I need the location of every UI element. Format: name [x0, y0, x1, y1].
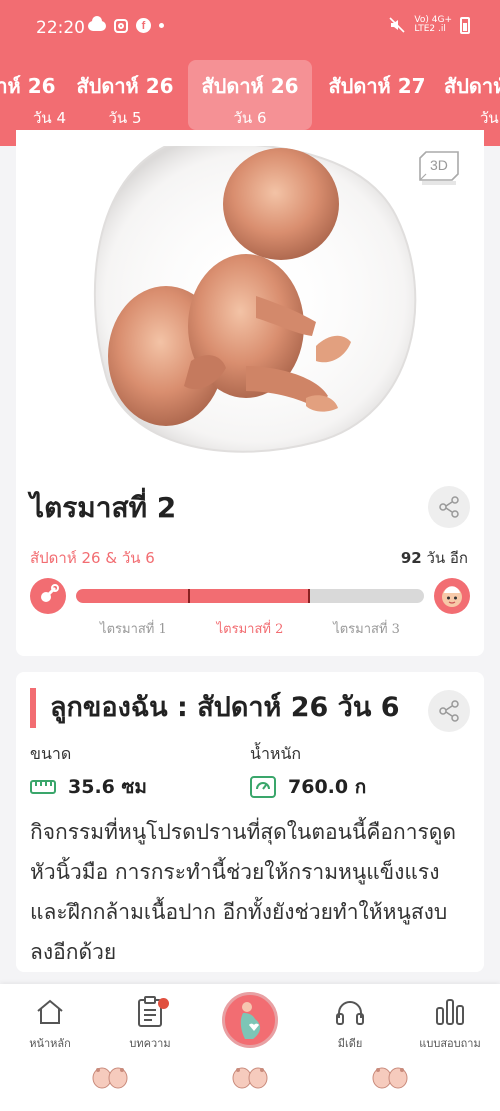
trimester-divider: [188, 589, 190, 603]
baby-feet-icon[interactable]: [230, 1066, 270, 1090]
pacifier-icon: [30, 578, 66, 614]
nav-articles[interactable]: บทความ: [100, 994, 200, 1052]
trimester-labels: ไตรมาสที่ 1 ไตรมาสที่ 2 ไตรมาสที่ 3: [76, 618, 424, 639]
pregnancy-progress-bar: [76, 589, 424, 603]
mute-icon: [389, 17, 405, 33]
network-indicator: Vo) 4G+ LTE2 .il: [414, 15, 452, 34]
days-left: 92 วัน อีก: [400, 549, 468, 567]
bar-chart-icon: [436, 999, 464, 1025]
weight-label: น้ำหนัก: [250, 744, 302, 763]
progress-fill: [76, 589, 310, 603]
trimester-label-3: ไตรมาสที่ 3: [333, 622, 400, 637]
notification-badge: [158, 998, 169, 1009]
baby-description: กิจกรรมที่หนูโปรดปรานที่สุดในตอนนี้คือกา…: [30, 820, 457, 964]
trimester-label-2: ไตรมาสที่ 2: [216, 622, 284, 637]
facebook-icon: f: [136, 18, 151, 33]
share-icon: [439, 496, 459, 518]
status-time: 22:20: [36, 18, 85, 38]
week-tab-active[interactable]: สัปดาห์ 26 วัน 6: [188, 60, 312, 130]
more-notifications-dot: [159, 23, 164, 28]
ruler-icon: [30, 780, 56, 794]
trimester-label-1: ไตรมาสที่ 1: [100, 622, 167, 637]
share-button[interactable]: [428, 690, 470, 732]
share-button[interactable]: [428, 486, 470, 528]
weight-value-row: 760.0 ก: [250, 772, 366, 802]
nav-articles-label: บทความ: [129, 1037, 171, 1050]
nav-media[interactable]: มีเดีย: [300, 994, 400, 1052]
size-value: 35.6 ซม: [68, 776, 147, 798]
nav-home-label: หน้าหลัก: [29, 1037, 71, 1050]
home-icon: [37, 999, 63, 1024]
pregnant-woman-icon: [240, 1002, 261, 1039]
week-tab[interactable]: สัปดาห์ 26 วัน 5: [66, 60, 184, 130]
trimester-divider: [308, 589, 310, 603]
cloud-icon: [88, 15, 106, 31]
status-bar: 22:20 f Vo) 4G+ LTE2 .il: [0, 0, 500, 56]
fetus-card: 3D ไตรมาสที่ 2 สัปดาห์ 26 & วัน 6 92 วัน…: [16, 130, 484, 656]
3d-badge-text: 3D: [430, 157, 448, 173]
size-label: ขนาด: [30, 744, 72, 763]
week-tab[interactable]: สัปดาห์ 27: [318, 60, 436, 130]
week-day-label: สัปดาห์ 26 & วัน 6: [30, 549, 155, 567]
weight-value: 760.0 ก: [288, 776, 367, 798]
trimester-title: ไตรมาสที่ 2: [30, 491, 177, 524]
baby-feet-icon[interactable]: [90, 1066, 130, 1090]
baby-feet-icon[interactable]: [370, 1066, 410, 1090]
baby-info-card: ลูกของฉัน : สัปดาห์ 26 วัน 6 ขนาด 35.6 ซ…: [16, 672, 484, 972]
baby-card-title: ลูกของฉัน : สัปดาห์ 26 วัน 6: [30, 688, 399, 728]
battery-icon: [460, 16, 470, 34]
nav-home[interactable]: หน้าหลัก: [0, 994, 100, 1052]
scale-icon: [250, 776, 276, 798]
3d-icon: 3D: [419, 151, 459, 185]
instagram-icon: [114, 18, 128, 33]
nav-media-label: มีเดีย: [337, 1037, 363, 1050]
3d-view-button[interactable]: 3D: [418, 146, 466, 190]
nav-survey-label: แบบสอบถาม: [419, 1037, 481, 1050]
week-tab[interactable]: สัปดาห์ 26 วัน 4: [0, 60, 66, 130]
bottom-navigation: หน้าหลัก บทความ มีเดีย แบบสอบถาม: [0, 984, 500, 1111]
baby-face-icon: [434, 578, 470, 614]
size-value-row: 35.6 ซม: [30, 772, 147, 802]
share-icon: [439, 700, 459, 722]
nav-survey[interactable]: แบบสอบถาม: [400, 994, 500, 1052]
fetus-3d-illustration[interactable]: [16, 146, 484, 470]
headphones-icon: [336, 1001, 364, 1025]
pregnancy-center-button[interactable]: [222, 992, 278, 1048]
week-tab[interactable]: สัปดาห์ วัน: [444, 60, 500, 130]
